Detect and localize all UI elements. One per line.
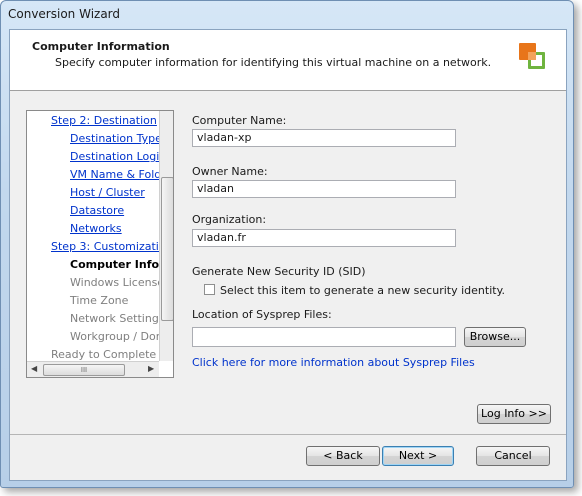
wizard-client-area: Computer Information Specify computer in… [9, 29, 567, 481]
organization-field[interactable]: vladan.fr [192, 229, 456, 247]
nav-list: Step 2: Destination Destination Type Des… [27, 111, 159, 361]
owner-name-field[interactable]: vladan [192, 180, 456, 198]
scroll-left-arrow-icon[interactable]: ◀ [31, 364, 37, 373]
nav-step-customization[interactable]: Step 3: Customization [51, 239, 159, 255]
nav-time-zone: Time Zone [70, 294, 129, 307]
computer-name-field[interactable]: vladan-xp [192, 129, 456, 147]
nav-computer-info: Computer Info [70, 258, 159, 271]
nav-destination-login[interactable]: Destination Login [70, 149, 159, 165]
nav-horizontal-scrollbar[interactable]: ◀ III ▶ [27, 361, 159, 377]
nav-destination-type[interactable]: Destination Type [70, 131, 159, 147]
footer-divider [10, 434, 566, 435]
nav-vertical-scroll-thumb[interactable] [161, 177, 173, 321]
sysprep-location-label: Location of Sysprep Files: [192, 308, 332, 321]
wizard-step-nav: Step 2: Destination Destination Type Des… [26, 110, 174, 378]
vmware-converter-logo-icon [519, 43, 545, 69]
back-button[interactable]: < Back [306, 446, 380, 466]
nav-network-settings: Network Settings [70, 312, 159, 325]
browse-button[interactable]: Browse... [464, 327, 526, 347]
nav-vertical-scrollbar[interactable] [159, 111, 173, 361]
computer-name-label: Computer Name: [192, 114, 287, 127]
nav-workgroup-domain: Workgroup / Domain [70, 330, 159, 343]
next-button[interactable]: Next > [382, 446, 454, 466]
owner-name-label: Owner Name: [192, 165, 268, 178]
page-title: Computer Information [32, 40, 170, 53]
window-frame: Conversion Wizard Computer Information S… [0, 0, 574, 488]
scroll-right-arrow-icon[interactable]: ▶ [148, 364, 154, 373]
nav-datastore[interactable]: Datastore [70, 203, 124, 219]
generate-sid-checkbox-label[interactable]: Select this item to generate a new secur… [220, 284, 505, 297]
cancel-button[interactable]: Cancel [476, 446, 550, 466]
nav-ready-to-complete: Ready to Complete [51, 348, 157, 361]
sysprep-location-field[interactable] [192, 327, 456, 347]
nav-horizontal-scroll-thumb[interactable]: III [43, 364, 125, 376]
nav-windows-license: Windows License [70, 276, 159, 289]
sid-section-label: Generate New Security ID (SID) [192, 265, 366, 278]
window-title: Conversion Wizard [8, 7, 121, 21]
nav-networks[interactable]: Networks [70, 221, 122, 237]
nav-vm-name-folder[interactable]: VM Name & Folder [70, 167, 159, 183]
generate-sid-checkbox[interactable] [204, 284, 215, 295]
title-bar[interactable]: Conversion Wizard [1, 1, 573, 29]
nav-step-destination[interactable]: Step 2: Destination [51, 113, 157, 129]
log-info-button[interactable]: Log Info >> [477, 404, 551, 424]
wizard-header: Computer Information Specify computer in… [10, 30, 566, 91]
nav-host-cluster[interactable]: Host / Cluster [70, 185, 145, 201]
page-subtitle: Specify computer information for identif… [55, 56, 492, 69]
organization-label: Organization: [192, 213, 267, 226]
sysprep-info-link[interactable]: Click here for more information about Sy… [192, 356, 475, 369]
